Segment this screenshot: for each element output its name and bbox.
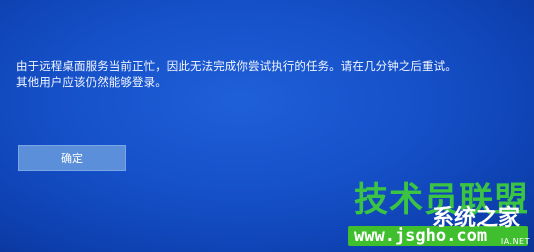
error-message-line-1: 由于远程桌面服务当前正忙，因此无法完成你尝试执行的任务。请在几分钟之后重试。: [16, 59, 457, 73]
error-message-line-2: 其他用户应该仍然能够登录。: [16, 75, 167, 89]
watermark-suffix: IA.NET: [500, 237, 530, 246]
ok-button[interactable]: 确定: [18, 145, 126, 171]
watermark-url: www.jsgho.com: [354, 226, 488, 246]
error-message: 由于远程桌面服务当前正忙，因此无法完成你尝试执行的任务。请在几分钟之后重试。 其…: [16, 58, 526, 90]
watermark: 技术员联盟 系统之家 www.jsgho.com IA.NET: [294, 182, 534, 252]
